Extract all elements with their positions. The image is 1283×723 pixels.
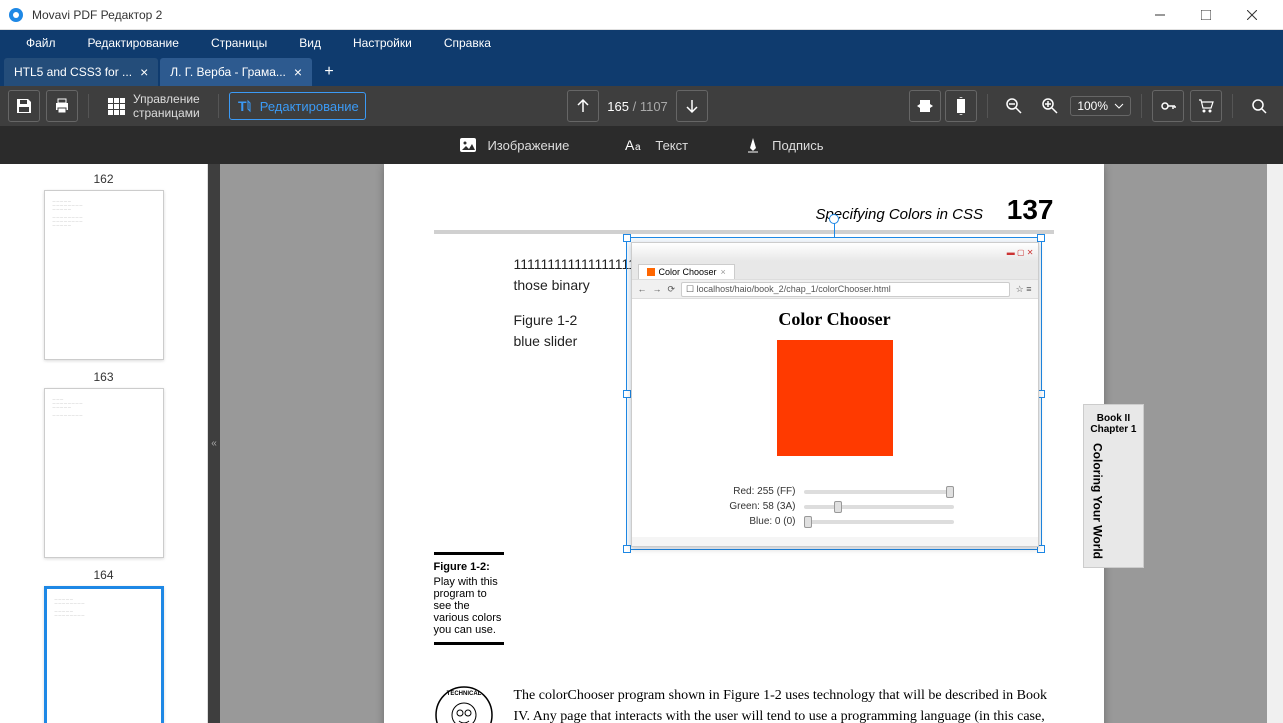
menu-file[interactable]: Файл <box>10 32 72 54</box>
tab-close-icon[interactable]: × <box>294 64 302 80</box>
manage-pages-button[interactable]: Управление страницами <box>99 92 208 121</box>
thumbnail-number: 163 <box>93 370 113 384</box>
window-titlebar: Movavi PDF Редактор 2 <box>0 0 1283 30</box>
image-selection-box[interactable]: ▬ ▢ ✕ Color Chooser × ←→⟳ ☐ localhost/ha… <box>626 237 1042 550</box>
main-toolbar: Управление страницами T Редактирование 1… <box>0 86 1283 126</box>
cart-button[interactable] <box>1190 90 1222 122</box>
zoom-value: 100% <box>1077 99 1108 113</box>
insert-image-button[interactable]: Изображение <box>451 132 577 158</box>
insert-image-label: Изображение <box>487 138 569 153</box>
page-total: 1107 <box>640 99 668 114</box>
menu-pages[interactable]: Страницы <box>195 32 283 54</box>
rotate-handle[interactable] <box>829 214 839 224</box>
search-button[interactable] <box>1243 90 1275 122</box>
svg-text:T: T <box>238 98 247 114</box>
mock-address-bar: ←→⟳ ☐ localhost/haio/book_2/chap_1/color… <box>632 279 1038 299</box>
resize-handle-ml[interactable] <box>623 390 631 398</box>
print-button[interactable] <box>46 90 78 122</box>
mock-browser-tab: Color Chooser × <box>638 264 735 279</box>
thumbnail-number: 162 <box>93 172 113 186</box>
edit-mode-label: Редактирование <box>260 99 359 114</box>
window-title: Movavi PDF Редактор 2 <box>32 8 1137 22</box>
thumbnail-item[interactable]: 164 — — — — —— — — — — — — —— — — — —— —… <box>44 568 164 723</box>
sidebar-collapse-button[interactable]: « <box>208 164 220 723</box>
figure-caption: Figure 1-2: Play with this program to se… <box>434 552 504 645</box>
page-side-tab: Book II Chapter 1 Coloring Your World <box>1083 404 1143 568</box>
manage-pages-label-2: страницами <box>133 106 200 120</box>
thumbnail-item[interactable]: 163 — — —— — — — — — — —— — — — —— — — —… <box>44 370 164 558</box>
svg-text:a: a <box>635 142 641 153</box>
manage-pages-label-1: Управление <box>133 92 200 106</box>
menu-help[interactable]: Справка <box>428 32 507 54</box>
zoom-dropdown[interactable]: 100% <box>1070 96 1131 116</box>
tab-label: Л. Г. Верба - Грама... <box>170 65 286 79</box>
document-viewport[interactable]: Specifying Colors in CSS 137 11111111111… <box>220 164 1267 723</box>
image-icon <box>459 136 477 154</box>
green-slider <box>804 505 954 509</box>
tab-label: HTL5 and CSS3 for ... <box>14 65 132 79</box>
color-chooser-heading: Color Chooser <box>642 309 1028 330</box>
maximize-button[interactable] <box>1183 0 1229 30</box>
tab-document-2[interactable]: Л. Г. Верба - Грама... × <box>160 58 312 86</box>
mock-window-controls: ▬ ▢ ✕ <box>632 243 1038 261</box>
color-swatch <box>777 340 893 456</box>
tab-close-icon[interactable]: × <box>140 64 148 80</box>
page-current[interactable]: 165 <box>607 99 629 114</box>
technical-note-text: The colorChooser program shown in Figure… <box>514 685 1054 723</box>
menu-settings[interactable]: Настройки <box>337 32 428 54</box>
app-icon <box>8 7 24 23</box>
fit-width-button[interactable] <box>909 90 941 122</box>
menu-edit[interactable]: Редактирование <box>72 32 195 54</box>
tab-document-1[interactable]: HTL5 and CSS3 for ... × <box>4 58 158 86</box>
page-number: 137 <box>1007 194 1054 225</box>
insert-text-button[interactable]: Aa Текст <box>617 132 696 158</box>
edit-toolbar: Изображение Aa Текст Подпись <box>0 126 1283 164</box>
menu-view[interactable]: Вид <box>283 32 337 54</box>
red-slider <box>804 490 954 494</box>
grid-icon <box>107 97 125 115</box>
resize-handle-tl[interactable] <box>623 234 631 242</box>
thumbnail-preview[interactable]: — — —— — — — — — — —— — — — —— — — — — —… <box>44 388 164 558</box>
thumbnail-preview[interactable]: — — — — —— — — — — — — —— — — — —— — — —… <box>44 586 164 723</box>
minimize-button[interactable] <box>1137 0 1183 30</box>
page-section-title: Specifying Colors in CSS <box>815 206 983 223</box>
resize-handle-tr[interactable] <box>1037 234 1045 242</box>
blue-slider <box>804 520 954 524</box>
signature-icon <box>744 136 762 154</box>
page-prev-button[interactable] <box>567 90 599 122</box>
chevron-down-icon <box>1114 101 1124 111</box>
zoom-out-button[interactable] <box>998 90 1030 122</box>
insert-signature-label: Подпись <box>772 138 823 153</box>
text-icon: Aa <box>625 136 645 154</box>
close-button[interactable] <box>1229 0 1275 30</box>
thumbnails-panel: 162 — — — — —— — — — — — — —— — — — —— —… <box>0 164 208 723</box>
embedded-image[interactable]: ▬ ▢ ✕ Color Chooser × ←→⟳ ☐ localhost/ha… <box>631 242 1039 547</box>
insert-text-label: Текст <box>655 138 688 153</box>
technical-stuff-icon: TECHNICAL STUFF <box>434 685 494 723</box>
key-button[interactable] <box>1152 90 1184 122</box>
page-next-button[interactable] <box>676 90 708 122</box>
svg-text:TECHNICAL: TECHNICAL <box>446 691 481 697</box>
insert-signature-button[interactable]: Подпись <box>736 132 831 158</box>
resize-handle-bl[interactable] <box>623 545 631 553</box>
save-button[interactable] <box>8 90 40 122</box>
thumbnail-number: 164 <box>93 568 113 582</box>
document-tabs: HTL5 and CSS3 for ... × Л. Г. Верба - Гр… <box>0 56 1283 86</box>
menubar: Файл Редактирование Страницы Вид Настрой… <box>0 30 1283 56</box>
svg-text:A: A <box>625 137 635 153</box>
tab-add-button[interactable]: + <box>314 58 344 86</box>
edit-mode-button[interactable]: T Редактирование <box>229 92 366 120</box>
fit-page-button[interactable] <box>945 90 977 122</box>
text-edit-icon: T <box>236 97 254 115</box>
thumbnail-preview[interactable]: — — — — —— — — — — — — —— — — — —— — — —… <box>44 190 164 360</box>
thumbnail-item[interactable]: 162 — — — — —— — — — — — — —— — — — —— —… <box>44 172 164 360</box>
zoom-in-button[interactable] <box>1034 90 1066 122</box>
vertical-scrollbar[interactable] <box>1267 164 1283 723</box>
